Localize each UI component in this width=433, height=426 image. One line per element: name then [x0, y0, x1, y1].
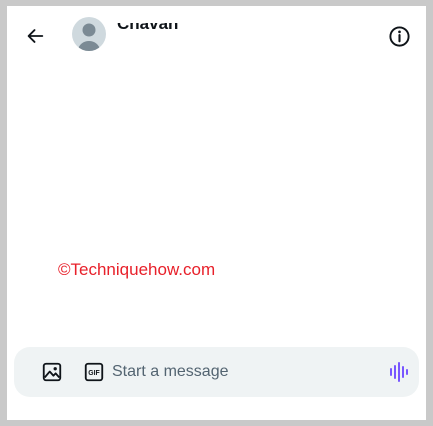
voice-message-button[interactable]: [387, 361, 411, 383]
info-circle-icon: [388, 25, 410, 47]
dm-conversation-window: Chavan ©Techniquehow.com GIF: [7, 6, 426, 420]
gif-icon-label: GIF: [88, 370, 99, 377]
message-composer: GIF: [14, 347, 419, 397]
add-gif-button[interactable]: GIF: [83, 361, 105, 383]
voice-waveform-icon: [390, 362, 408, 382]
add-media-button[interactable]: [41, 361, 63, 383]
contact-name-text: Chavan: [117, 23, 179, 33]
avatar[interactable]: [72, 17, 106, 51]
watermark-text: ©Techniquehow.com: [58, 260, 216, 279]
image-icon: [42, 362, 62, 382]
default-user-icon: [77, 23, 101, 51]
back-button[interactable]: [21, 22, 49, 50]
arrow-left-icon: [27, 29, 44, 43]
conversation-header: Chavan: [7, 6, 426, 64]
gif-icon: GIF: [84, 362, 104, 382]
message-input[interactable]: [112, 360, 372, 384]
conversation-info-button[interactable]: [386, 23, 412, 49]
contact-name[interactable]: Chavan: [117, 23, 178, 45]
